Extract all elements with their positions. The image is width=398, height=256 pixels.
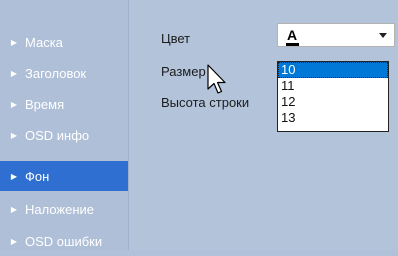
sidebar-item-osd-errors[interactable]: ▶ OSD ошибки [0, 226, 128, 256]
chevron-right-icon: ▶ [10, 204, 18, 214]
font-color-icon: A [286, 27, 300, 46]
chevron-right-icon: ▶ [10, 171, 18, 181]
sidebar-item-label: OSD ошибки [25, 233, 103, 249]
chevron-right-icon: ▶ [10, 99, 18, 109]
sidebar-item-label: Маска [25, 34, 63, 50]
sidebar-item-overlay[interactable]: ▶ Наложение [0, 194, 128, 224]
chevron-right-icon: ▶ [10, 68, 18, 78]
sidebar-item-label: OSD инфо [25, 127, 90, 143]
sidebar-item-label: Заголовок [25, 65, 87, 81]
size-option[interactable]: 12 [278, 94, 388, 110]
sidebar-item-label: Фон [25, 168, 50, 184]
chevron-down-icon[interactable] [379, 33, 387, 38]
sidebar-item-time[interactable]: ▶ Время [0, 89, 128, 119]
color-label: Цвет [161, 31, 191, 46]
size-label: Размер [161, 64, 206, 79]
mouse-pointer-icon [207, 64, 226, 94]
chevron-right-icon: ▶ [10, 236, 18, 246]
sidebar-item-title[interactable]: ▶ Заголовок [0, 58, 128, 88]
chevron-right-icon: ▶ [10, 37, 18, 47]
sidebar-item-mask[interactable]: ▶ Маска [0, 27, 128, 57]
color-value: A [287, 27, 298, 43]
sidebar-item-background[interactable]: ▶ Фон [0, 161, 128, 191]
sidebar-item-osd-info[interactable]: ▶ OSD инфо [0, 120, 128, 150]
size-option[interactable]: 11 [278, 78, 388, 94]
size-option[interactable]: 10 [278, 62, 388, 78]
color-swatch [286, 43, 300, 46]
chevron-right-icon: ▶ [10, 130, 18, 140]
sidebar-item-label: Время [25, 96, 65, 112]
size-dropdown-list[interactable]: 10 11 12 13 [277, 61, 389, 132]
color-select[interactable]: A [277, 23, 395, 47]
sidebar-item-label: Наложение [25, 201, 95, 217]
size-option[interactable]: 13 [278, 110, 388, 126]
line-height-label: Высота строки [161, 95, 250, 110]
sidebar: ▶ Маска ▶ Заголовок ▶ Время ▶ OSD инфо ▶… [0, 0, 129, 250]
